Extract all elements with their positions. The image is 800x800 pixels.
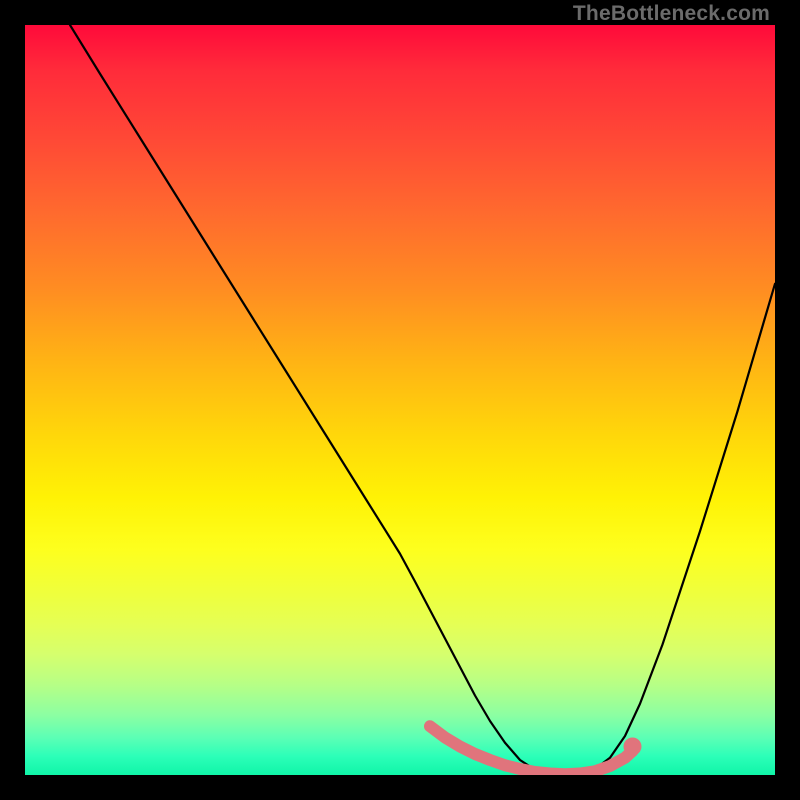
highlight-dot — [624, 738, 642, 756]
watermark-text: TheBottleneck.com — [573, 2, 770, 26]
bottleneck-curve — [70, 25, 775, 774]
plot-area — [25, 25, 775, 775]
chart-frame: TheBottleneck.com — [0, 0, 800, 800]
highlight-segment — [430, 726, 633, 774]
curve-layer — [25, 25, 775, 775]
